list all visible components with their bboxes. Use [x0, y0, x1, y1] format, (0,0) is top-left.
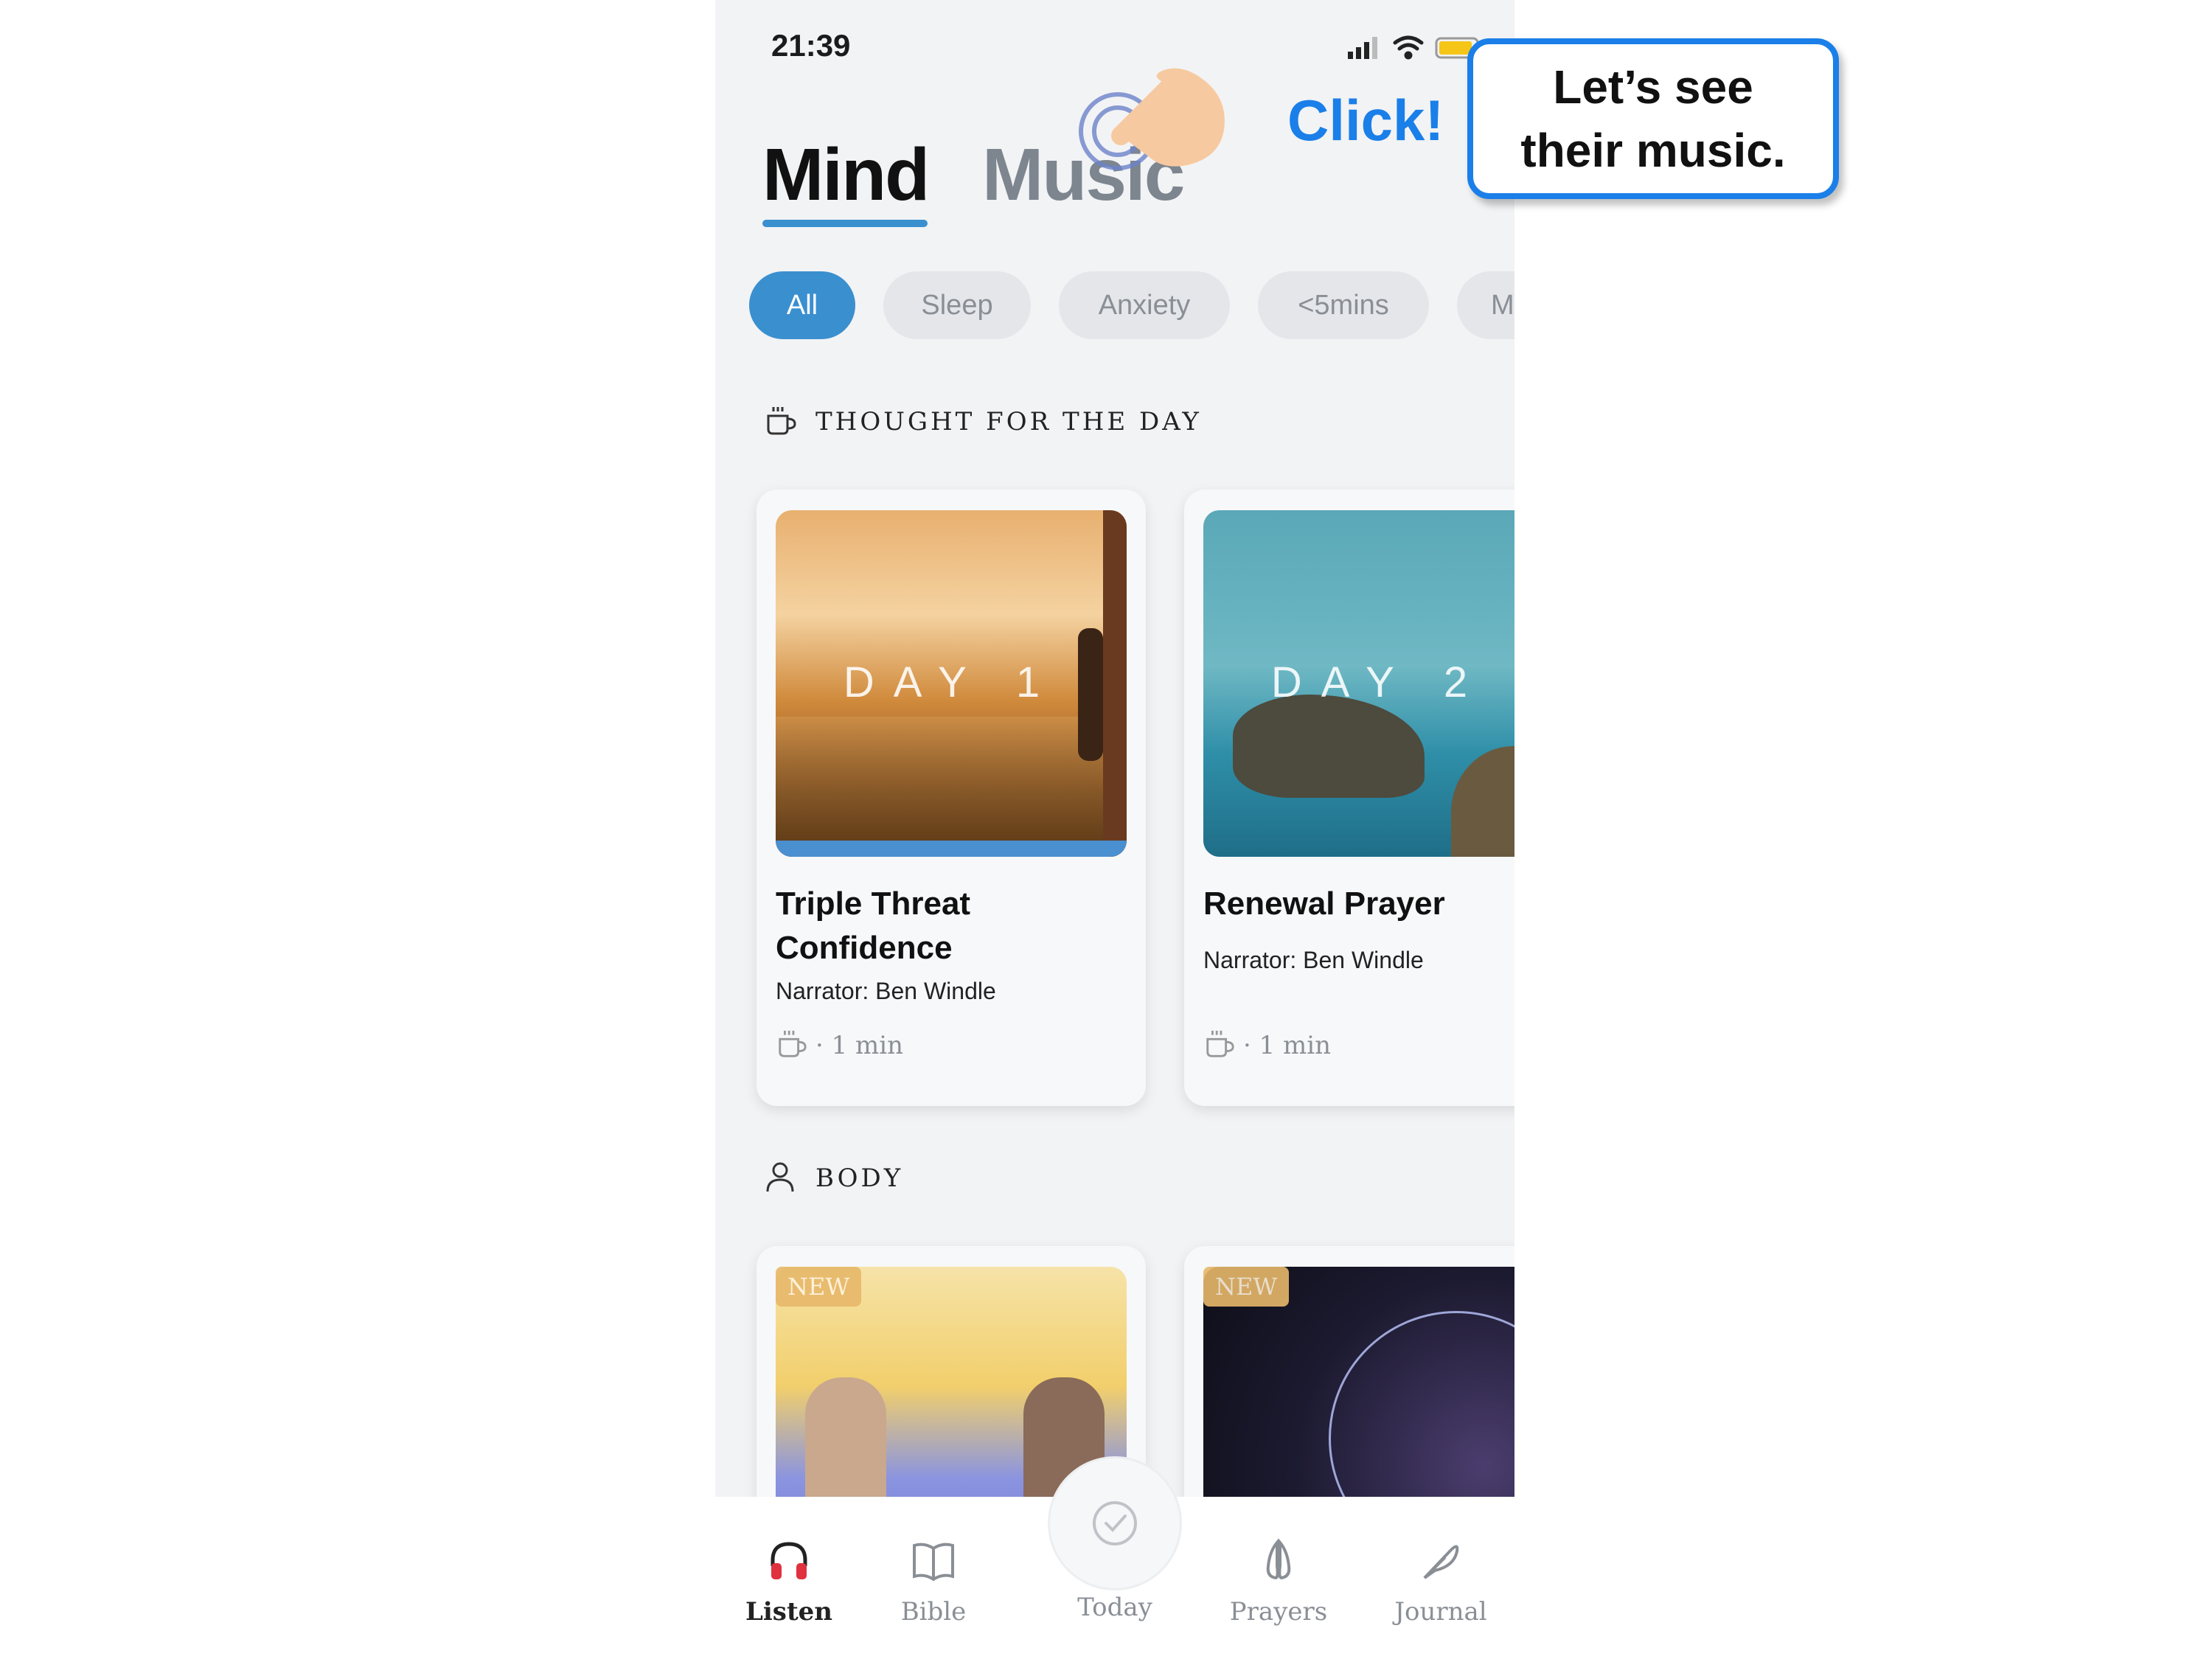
card-thumbnail: DAY 2	[1203, 510, 1514, 857]
card-thumbnail: DAY 1	[776, 510, 1127, 857]
tab-mind[interactable]: Mind	[762, 133, 930, 218]
nav-today[interactable]: Today	[1041, 1593, 1189, 1622]
cliff-image	[1451, 746, 1514, 857]
coffee-cup-icon	[779, 1030, 807, 1057]
tap-hand-icon	[1079, 68, 1225, 170]
session-card-renewal-prayer[interactable]: DAY 2 Renewal Prayer Narrator: Ben Windl…	[1184, 490, 1514, 1106]
active-tab-underline	[762, 220, 928, 227]
today-button[interactable]	[1050, 1458, 1180, 1588]
feather-pen-icon	[1423, 1545, 1459, 1579]
card-narrator: Narrator: Ben Windle	[1203, 947, 1424, 973]
callout-line1: Let’s see	[1553, 60, 1753, 114]
coffee-cup-icon	[767, 407, 796, 435]
headphones-icon	[771, 1542, 807, 1579]
signal-icon	[1348, 37, 1377, 59]
nav-prayers[interactable]: Prayers	[1205, 1537, 1352, 1627]
nav-journal[interactable]: Journal	[1367, 1537, 1514, 1627]
filter-anxiety[interactable]: Anxiety	[1059, 271, 1230, 339]
wifi-icon	[1393, 35, 1424, 60]
new-badge: NEW	[1203, 1267, 1290, 1307]
nav-label-journal: Journal	[1394, 1597, 1487, 1627]
filter-sleep[interactable]: Sleep	[883, 271, 1031, 339]
nav-label-today: Today	[1077, 1593, 1152, 1622]
nav-label-bible: Bible	[900, 1597, 967, 1627]
card-duration: · 1 min	[1243, 1031, 1332, 1060]
card-title-line2: Confidence	[776, 930, 953, 966]
card-title-line1: Triple Threat	[776, 886, 971, 922]
filter-all[interactable]: All	[749, 271, 855, 339]
coffee-cup-icon	[1206, 1030, 1234, 1057]
nav-label-listen: Listen	[745, 1597, 833, 1627]
person-icon	[766, 1162, 794, 1192]
callout-line2: their music.	[1520, 124, 1786, 177]
day-label: DAY 1	[843, 658, 1060, 706]
praying-hands-icon	[1266, 1538, 1291, 1580]
check-circle-icon	[1093, 1501, 1137, 1545]
click-annotation: Click!	[1287, 88, 1444, 153]
card-duration: · 1 min	[815, 1031, 904, 1060]
field-image	[776, 717, 1127, 857]
day-label: DAY 2	[1270, 658, 1487, 706]
nav-bible[interactable]: Bible	[860, 1537, 1007, 1627]
nav-listen[interactable]: Listen	[715, 1537, 863, 1627]
status-time: 21:39	[771, 28, 851, 63]
filter-more[interactable]: Mo	[1457, 271, 1514, 339]
section-heading-body: BODY	[815, 1164, 904, 1193]
status-icons	[1348, 35, 1479, 60]
island-image	[1233, 695, 1425, 798]
phone-screen: 21:39 Mind Music All Sleep Anxiety <5min…	[715, 0, 1514, 1659]
progress-bar	[776, 841, 1127, 857]
new-badge: NEW	[776, 1267, 862, 1307]
instruction-callout: Let’s see their music.	[1467, 38, 1839, 199]
filter-chips: All Sleep Anxiety <5mins Mo	[749, 271, 1514, 339]
filter-under-5mins[interactable]: <5mins	[1258, 271, 1429, 339]
card-narrator: Narrator: Ben Windle	[776, 978, 996, 1004]
card-thumbnail	[1203, 1267, 1514, 1532]
session-card-triple-threat[interactable]: DAY 1 Triple Threat Confidence Narrator:…	[757, 490, 1146, 1106]
section-heading-thought: THOUGHT FOR THE DAY	[815, 407, 1202, 437]
nav-label-prayers: Prayers	[1229, 1597, 1328, 1627]
card-title: Renewal Prayer	[1203, 886, 1445, 922]
book-icon	[913, 1543, 954, 1582]
